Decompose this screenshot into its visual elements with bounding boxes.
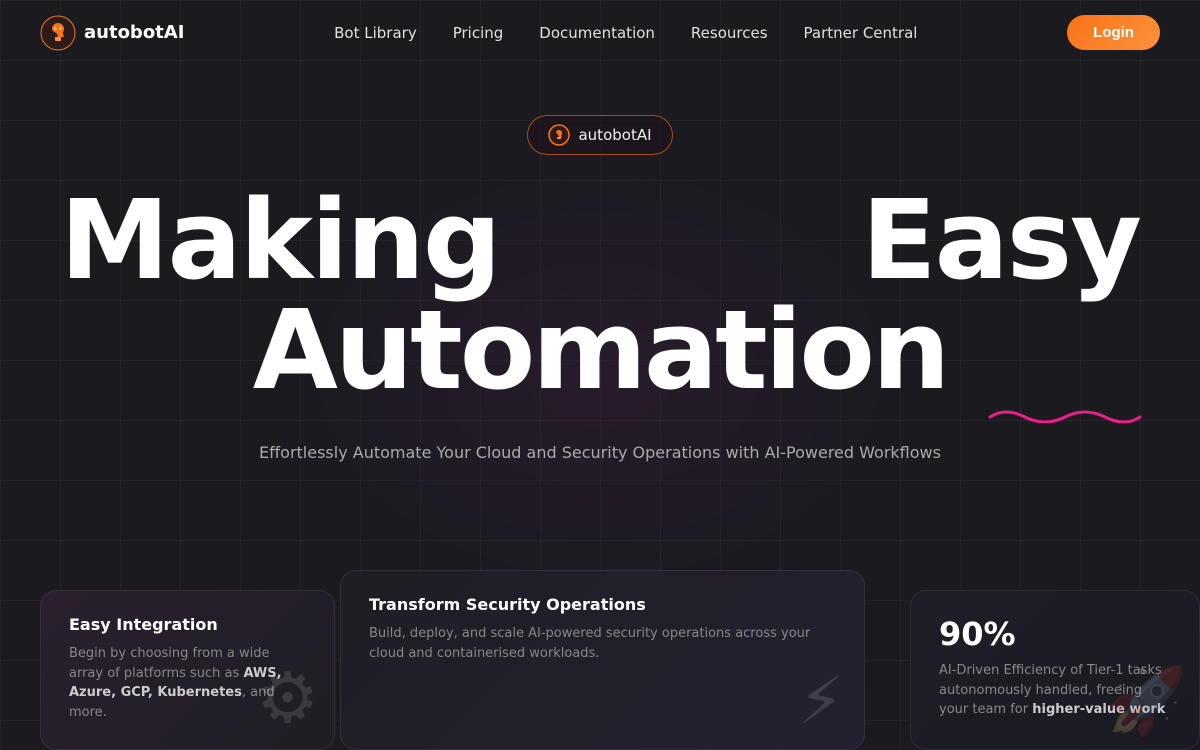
card-integration-title: Easy Integration: [69, 615, 306, 634]
hero-subtext: Effortlessly Automate Your Cloud and Sec…: [259, 443, 941, 462]
gear-icon: ⚙: [256, 657, 319, 739]
nav-pricing[interactable]: Pricing: [453, 24, 504, 42]
card-security-body: Build, deploy, and scale AI-powered secu…: [369, 624, 836, 663]
squiggle-decoration: [985, 403, 1145, 423]
headline-making: Making: [60, 185, 500, 295]
card-security-title: Transform Security Operations: [369, 595, 836, 614]
nav-resources[interactable]: Resources: [691, 24, 768, 42]
rocket-icon: 🚀: [1106, 663, 1187, 739]
badge-text: autobotAI: [578, 126, 651, 144]
card-integration: Easy Integration Begin by choosing from …: [40, 590, 335, 750]
badge-icon: [548, 124, 570, 146]
hero-headline: Making Easy Automation: [0, 185, 1200, 405]
card-efficiency: 90% AI-Driven Efficiency of Tier-1 tasks…: [910, 590, 1200, 750]
workflow-icon: ⚡: [798, 664, 844, 739]
cards-row: Easy Integration Begin by choosing from …: [0, 550, 1200, 750]
login-button[interactable]: Login: [1067, 15, 1160, 50]
card-security: Transform Security Operations Build, dep…: [340, 570, 865, 750]
logo[interactable]: autobotAI: [40, 15, 184, 51]
headline-automation: Automation: [253, 286, 948, 414]
hero-badge: autobotAI: [527, 115, 672, 155]
nav-partner-central[interactable]: Partner Central: [804, 24, 918, 42]
logo-icon: [40, 15, 76, 51]
nav-bot-library[interactable]: Bot Library: [334, 24, 417, 42]
card-integration-body-start: Begin by choosing from a wide array of p…: [69, 646, 270, 681]
navbar: autobotAI Bot Library Pricing Documentat…: [0, 0, 1200, 65]
logo-text: autobotAI: [84, 22, 184, 43]
headline-easy: Easy: [861, 185, 1140, 295]
nav-documentation[interactable]: Documentation: [539, 24, 655, 42]
hero-section: autobotAI Making Easy Automation Effortl…: [0, 65, 1200, 462]
nav-links: Bot Library Pricing Documentation Resour…: [334, 23, 917, 42]
efficiency-percent: 90%: [939, 615, 1171, 653]
